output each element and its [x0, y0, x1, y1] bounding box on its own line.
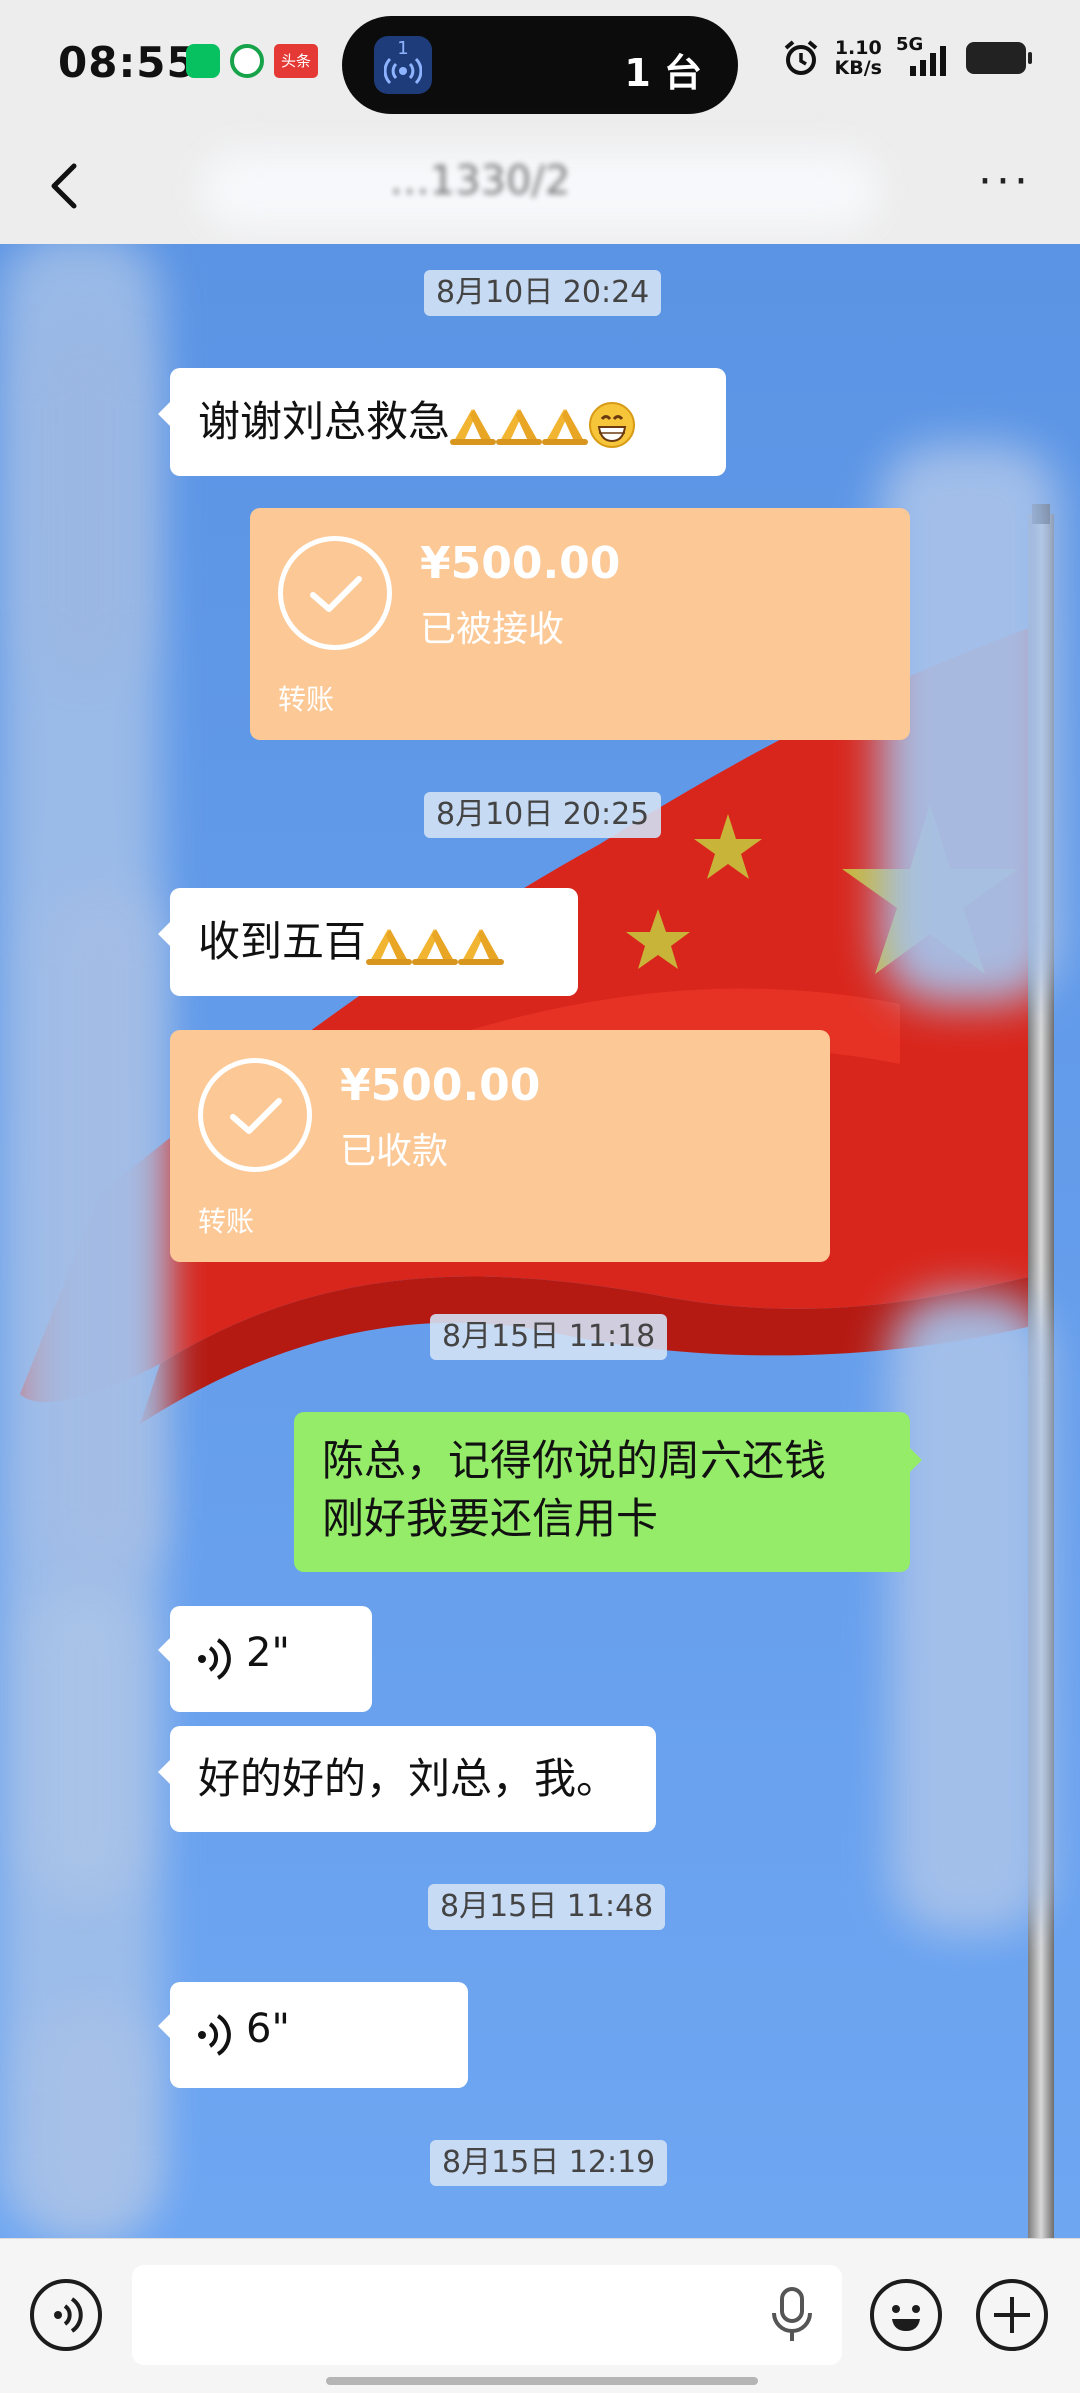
broadcast-count: 1 台 [624, 51, 702, 95]
plus-icon [994, 2297, 1030, 2333]
avatar-redaction [30, 1584, 140, 1904]
avatar-redaction [890, 1294, 1050, 1934]
emoji-icon [892, 2305, 920, 2331]
transfer-label: 转账 [198, 1205, 255, 1238]
back-arrow-icon[interactable] [34, 154, 98, 218]
transfer-status: 已收款 [340, 1131, 449, 1172]
system-indicators: 1.10 KB/s 5G [781, 34, 1032, 78]
pray-emoji-icon [366, 928, 413, 965]
voice-wave-icon [198, 2014, 231, 2056]
voice-duration: 2" [246, 1630, 290, 1676]
check-circle-icon [198, 1058, 312, 1172]
cell-signal: 5G [896, 34, 952, 78]
alarm-icon [784, 40, 817, 75]
timestamp: 8月15日 11:18 [430, 1314, 668, 1360]
pray-emoji-icon [542, 408, 589, 445]
emoji-button[interactable] [870, 2279, 942, 2351]
transfer-card-received[interactable]: ¥500.00 已收款 转账 [170, 1030, 830, 1262]
voice-toggle-icon [54, 2297, 83, 2333]
chat-header: …1330/2 ··· [0, 130, 1080, 244]
voice-message[interactable]: 2" [158, 1606, 372, 1712]
check-circle-icon [278, 536, 392, 650]
app-ring-icon [230, 44, 264, 78]
message-input[interactable] [132, 2265, 842, 2365]
pray-emoji-icon [412, 928, 459, 965]
avatar-redaction [30, 2004, 150, 2234]
voice-toggle-button[interactable] [30, 2279, 102, 2351]
message-text-line: 陈总，记得你说的周六还钱 [322, 1436, 827, 1485]
chat-title: …1330/2 [389, 158, 571, 204]
home-indicator[interactable] [326, 2377, 758, 2385]
message-text: 收到五百 [198, 917, 367, 966]
voice-message[interactable]: 6" [158, 1982, 468, 2088]
message-bubble[interactable]: 收到五百 [158, 888, 578, 996]
message-bubble[interactable]: 谢谢刘总救急 [158, 368, 726, 476]
transfer-amount: ¥500.00 [340, 1060, 541, 1111]
transfer-status: 已被接收 [420, 609, 565, 650]
grin-emoji-icon [589, 401, 636, 448]
pray-emoji-icon [496, 408, 543, 445]
timestamp: 8月10日 20:25 [424, 792, 662, 838]
input-bar [0, 2238, 1080, 2393]
network-rate-unit: KB/s [834, 57, 882, 79]
chat-area[interactable]: 8月10日 20:24 谢谢刘总救急 ¥500.00 已被接收 转账 8月10日… [0, 244, 1080, 2238]
battery-icon [966, 42, 1032, 74]
voice-wave-icon [198, 1638, 231, 1680]
message-text: 谢谢刘总救急 [198, 397, 451, 446]
message-text-line: 刚好我要还信用卡 [322, 1494, 659, 1543]
more-options-button[interactable]: ··· [970, 160, 1040, 212]
avatar-redaction [40, 884, 160, 1584]
network-rate: 1.10 KB/s [835, 38, 882, 78]
toutiao-icon: 头条 [274, 44, 318, 78]
transfer-label: 转账 [278, 683, 335, 716]
network-rate-value: 1.10 [834, 37, 882, 59]
broadcast-icon: 1 [374, 36, 432, 94]
wechat-icon [186, 44, 220, 78]
pray-emoji-icon [450, 408, 497, 445]
transfer-amount: ¥500.00 [420, 538, 621, 589]
message-text: 好的好的，刘总，我。 [198, 1754, 619, 1803]
microphone-icon[interactable] [770, 2285, 814, 2345]
timestamp: 8月15日 12:19 [430, 2140, 668, 2186]
timestamp: 8月10日 20:24 [424, 270, 662, 316]
avatar-redaction [30, 324, 140, 684]
dynamic-island[interactable]: 1 1 台 [342, 16, 738, 114]
clock: 08:55 [58, 38, 197, 87]
transfer-card-sent[interactable]: ¥500.00 已被接收 转账 [250, 508, 910, 740]
pray-emoji-icon [458, 928, 505, 965]
timestamp: 8月15日 11:48 [428, 1884, 666, 1930]
notification-icons: 头条 [186, 44, 318, 78]
status-bar: 08:55 头条 1 1 台 1.10 KB/s 5G [0, 0, 1080, 130]
plus-button[interactable] [976, 2279, 1048, 2351]
message-bubble-self[interactable]: 陈总，记得你说的周六还钱 刚好我要还信用卡 [294, 1412, 922, 1572]
voice-duration: 6" [246, 2006, 290, 2052]
message-bubble[interactable]: 好的好的，刘总，我。 [158, 1726, 656, 1832]
signal-icon [910, 46, 946, 76]
